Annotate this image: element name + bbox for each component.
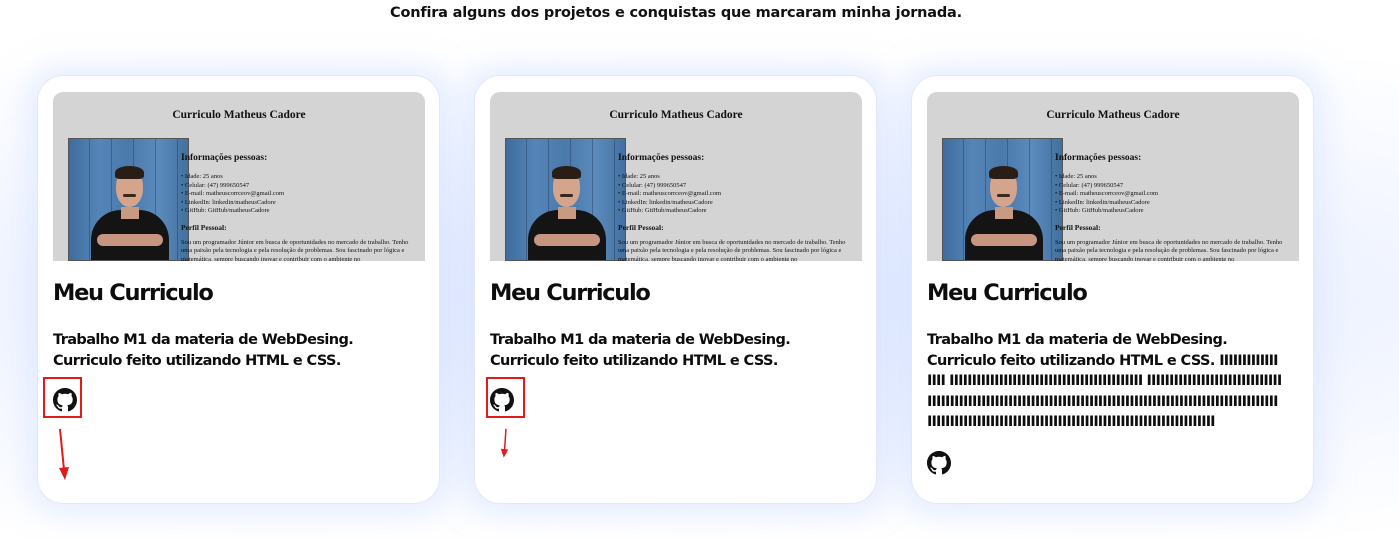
thumbnail-info-item: • LinkedIn: linkedin/matheusCadore (618, 198, 713, 206)
thumbnail-info-item: • GitHub: GitHub/matheusCadore (181, 207, 270, 214)
profile-photo (942, 138, 1063, 261)
description-line: Trabalho M1 da materia de WebDesing. (927, 332, 1228, 348)
thumbnail-info-item: • LinkedIn: linkedin/matheusCadore (1055, 198, 1150, 206)
github-link[interactable] (490, 388, 514, 412)
thumbnail-info-item: • GitHub: GitHub/matheusCadore (618, 207, 707, 214)
thumbnail-info-item: • E-mail: matheuscorrceov@gmail.com (181, 190, 285, 197)
thumbnail-profile-heading: Perfil Pessoal: (1055, 222, 1101, 232)
thumbnail-info-item: • Idade: 25 anos (618, 173, 660, 180)
github-icon (490, 388, 514, 412)
profile-photo (505, 138, 626, 261)
thumbnail-info-item: • Celular: (47) 999650547 (618, 181, 687, 189)
thumbnail-info-item: • Celular: (47) 999650547 (1055, 181, 1124, 189)
projects-section: Confira alguns dos projetos e conquistas… (0, 0, 1399, 538)
thumbnail-profile-text: Sou um programador Júnior em busca de op… (181, 238, 409, 262)
thumbnail-info: Informações pessoas: • Idade: 25 anos • … (618, 153, 858, 261)
description-line: Curriculo feito utilizando HTML e CSS. (490, 352, 778, 369)
description-line: Curriculo feito utilizando HTML e CSS. (927, 352, 1215, 369)
project-title: Meu Curriculo (490, 280, 651, 306)
project-description: Trabalho M1 da materia de WebDesing. Cur… (53, 330, 408, 371)
github-icon (53, 388, 77, 412)
thumbnail-info-item: • Idade: 25 anos (181, 173, 223, 180)
thumbnail-profile-text: Sou um programador Júnior em busca de op… (1055, 238, 1283, 262)
project-thumbnail: Curriculo Matheus Cadore Informações pes… (927, 92, 1299, 261)
project-thumbnail: Curriculo Matheus Cadore Informações pes… (53, 92, 425, 261)
project-title: Meu Curriculo (927, 280, 1088, 306)
thumbnail-profile-text: Sou um programador Júnior em busca de op… (618, 238, 846, 262)
project-description: Trabalho M1 da materia de WebDesing. Cur… (490, 330, 845, 371)
thumbnail-info-item: • GitHub: GitHub/matheusCadore (1055, 207, 1144, 214)
thumbnail-info-item: • E-mail: matheuscorrceov@gmail.com (1055, 190, 1159, 197)
thumbnail-section-heading: Informações pessoas: (181, 153, 268, 163)
thumbnail-info-item: • Idade: 25 anos (1055, 173, 1097, 180)
project-title: Meu Curriculo (53, 280, 214, 306)
github-link[interactable] (927, 451, 951, 475)
thumbnail-info: Informações pessoas: • Idade: 25 anos • … (1055, 153, 1295, 261)
thumbnail-info: Informações pessoas: • Idade: 25 anos • … (181, 153, 421, 261)
thumbnail-section-heading: Informações pessoas: (618, 153, 705, 163)
thumbnail-heading: Curriculo Matheus Cadore (1046, 109, 1180, 121)
thumbnail-info-item: • E-mail: matheuscorrceov@gmail.com (618, 190, 722, 197)
project-card: Curriculo Matheus Cadore Informações pes… (474, 75, 877, 504)
profile-photo (68, 138, 189, 261)
thumbnail-info-item: • LinkedIn: linkedin/matheusCadore (181, 198, 276, 206)
thumbnail-heading: Curriculo Matheus Cadore (172, 109, 306, 121)
description-line: Curriculo feito utilizando HTML e CSS. (53, 352, 341, 369)
thumbnail-profile-heading: Perfil Pessoal: (618, 222, 664, 232)
annotation-arrow (500, 428, 509, 458)
thumbnail-info-item: • Celular: (47) 999650547 (181, 181, 250, 189)
thumbnail-heading: Curriculo Matheus Cadore (609, 109, 743, 121)
github-icon (927, 451, 951, 475)
section-subtitle: Confira alguns dos projetos e conquistas… (390, 5, 962, 21)
project-card: Curriculo Matheus Cadore Informações pes… (911, 75, 1314, 504)
project-thumbnail: Curriculo Matheus Cadore Informações pes… (490, 92, 862, 261)
github-link[interactable] (53, 388, 77, 412)
thumbnail-profile-heading: Perfil Pessoal: (181, 222, 227, 232)
thumbnail-section-heading: Informações pessoas: (1055, 153, 1142, 163)
description-line: Trabalho M1 da materia de WebDesing. (490, 332, 791, 348)
description-line: Trabalho M1 da materia de WebDesing. (53, 332, 354, 348)
annotation-arrow (59, 428, 69, 480)
project-description: Trabalho M1 da materia de WebDesing. Cur… (927, 330, 1282, 433)
project-card: Curriculo Matheus Cadore Informações pes… (37, 75, 440, 504)
